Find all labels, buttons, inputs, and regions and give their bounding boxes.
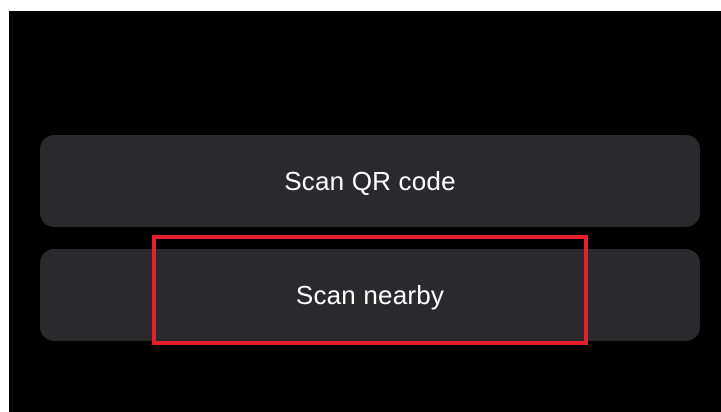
- app-screen: Scan QR code Scan nearby: [9, 11, 721, 412]
- scan-qr-code-label: Scan QR code: [284, 165, 456, 196]
- scan-nearby-button[interactable]: Scan nearby: [40, 249, 700, 341]
- scan-nearby-label: Scan nearby: [295, 279, 445, 310]
- scan-qr-code-button[interactable]: Scan QR code: [40, 135, 700, 227]
